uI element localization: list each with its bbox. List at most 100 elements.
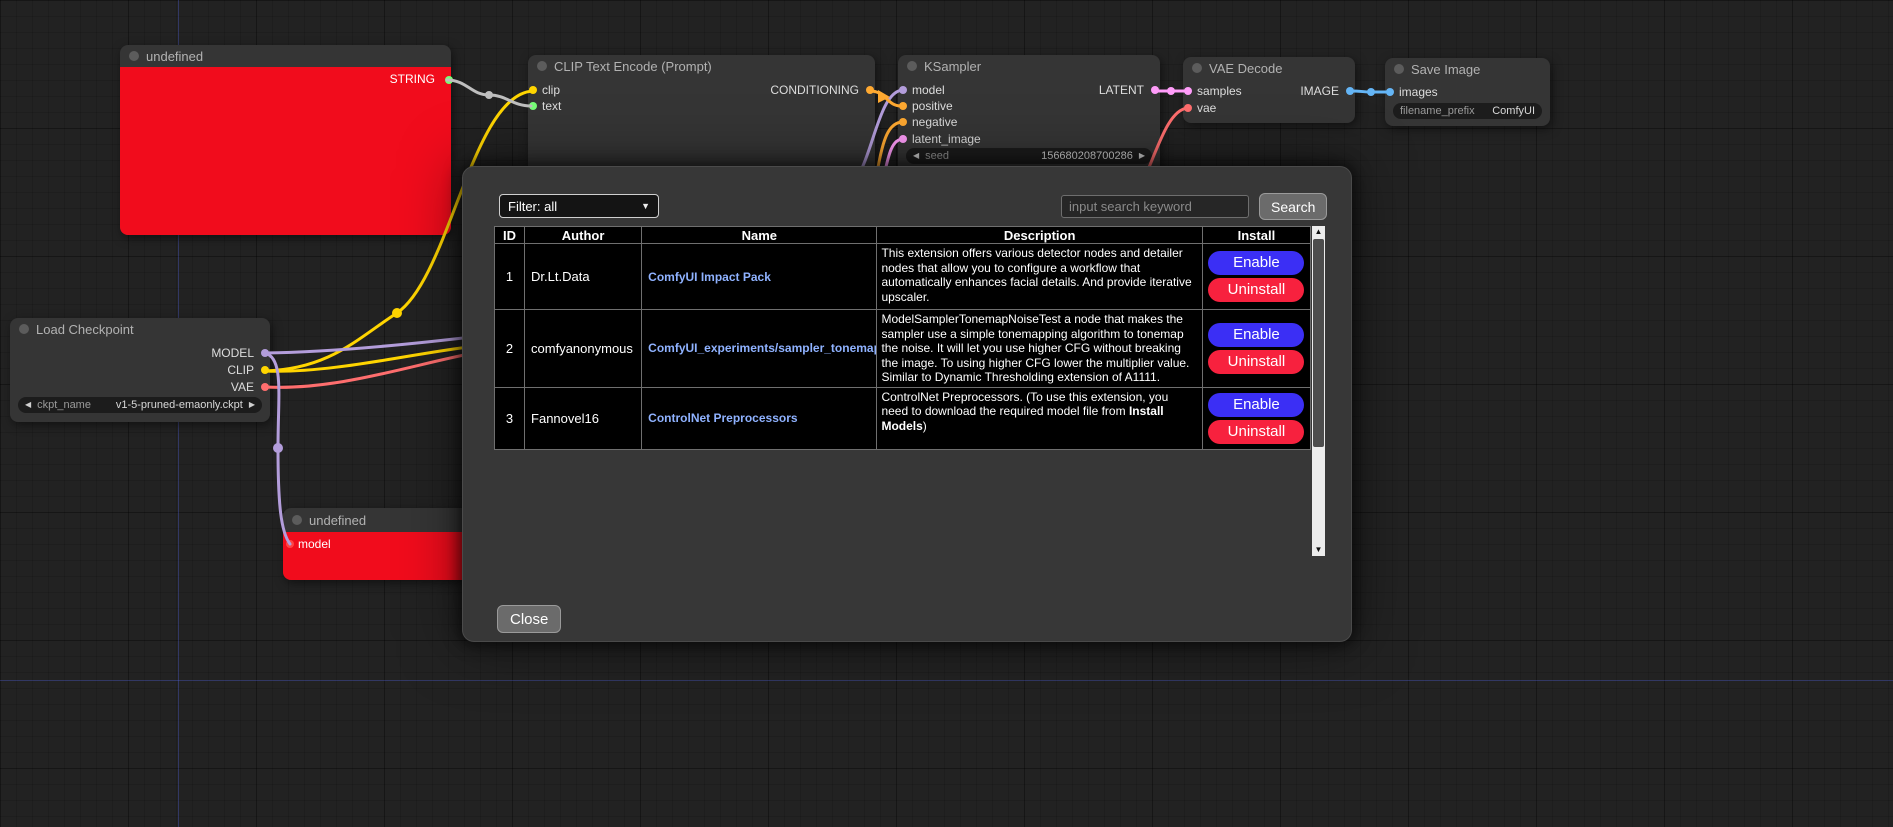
output-label-model: MODEL <box>211 346 254 360</box>
node-title: VAE Decode <box>1209 61 1282 76</box>
enable-button[interactable]: Enable <box>1208 393 1304 417</box>
decrement-icon[interactable]: ◀ <box>25 401 31 409</box>
input-dot-clip[interactable] <box>529 86 537 94</box>
input-label-model: model <box>298 537 331 551</box>
input-label-latent-image: latent_image <box>912 132 981 146</box>
input-dot-positive[interactable] <box>899 102 907 110</box>
close-button[interactable]: Close <box>497 605 561 633</box>
extension-table: ID Author Name Description Install 1 Dr.… <box>494 226 1311 450</box>
row-description: This extension offers various detector n… <box>877 244 1202 310</box>
input-dot-model[interactable] <box>899 86 907 94</box>
output-dot-model[interactable] <box>261 349 269 357</box>
output-dot-conditioning[interactable] <box>866 86 874 94</box>
node-undefined-bottom[interactable]: undefined model <box>283 508 473 580</box>
row-description: ModelSamplerTonemapNoiseTest a node that… <box>877 310 1202 388</box>
node-title: KSampler <box>924 59 981 74</box>
node-header[interactable]: undefined <box>283 508 473 532</box>
enable-button[interactable]: Enable <box>1208 251 1304 275</box>
table-row: 1 Dr.Lt.Data ComfyUI Impact Pack This ex… <box>495 244 1311 310</box>
filter-dropdown-label: Filter: all <box>508 199 557 214</box>
node-vae-decode[interactable]: VAE Decode samples vae IMAGE <box>1183 57 1355 123</box>
increment-icon[interactable]: ▶ <box>249 401 255 409</box>
node-title: CLIP Text Encode (Prompt) <box>554 59 712 74</box>
collapse-dot-icon[interactable] <box>292 515 302 525</box>
filename-prefix-widget[interactable]: filename_prefix ComfyUI <box>1393 103 1542 119</box>
scrollbar-thumb[interactable] <box>1313 239 1324 447</box>
node-title: undefined <box>309 513 366 528</box>
node-save-image[interactable]: Save Image images filename_prefix ComfyU… <box>1385 58 1550 126</box>
input-dot-samples[interactable] <box>1184 87 1192 95</box>
uninstall-button[interactable]: Uninstall <box>1208 420 1304 444</box>
decrement-icon[interactable]: ◀ <box>913 152 919 160</box>
seed-widget[interactable]: ◀ seed 156680208700286 ▶ <box>906 148 1152 164</box>
row-id: 2 <box>495 310 525 388</box>
seed-widget-label: seed <box>925 150 949 162</box>
grid-axis-horizontal <box>0 680 1893 681</box>
node-load-checkpoint[interactable]: Load Checkpoint MODEL CLIP VAE ◀ ckpt_na… <box>10 318 270 422</box>
node-header[interactable]: Save Image <box>1385 58 1550 80</box>
filename-prefix-value: ComfyUI <box>1492 105 1535 117</box>
row-install: Enable Uninstall <box>1202 387 1310 449</box>
node-header[interactable]: undefined <box>120 45 451 67</box>
output-label-conditioning: CONDITIONING <box>770 83 859 97</box>
uninstall-button[interactable]: Uninstall <box>1208 278 1304 302</box>
chevron-down-icon: ▼ <box>641 201 650 211</box>
node-header[interactable]: KSampler <box>898 55 1160 77</box>
node-header[interactable]: CLIP Text Encode (Prompt) <box>528 55 875 77</box>
node-title: Load Checkpoint <box>36 322 134 337</box>
input-label-vae: vae <box>1197 101 1216 115</box>
enable-button[interactable]: Enable <box>1208 323 1304 347</box>
input-dot-model[interactable] <box>286 540 294 548</box>
link-string-to-text <box>447 80 531 106</box>
output-label-string: STRING <box>390 72 435 86</box>
row-id: 1 <box>495 244 525 310</box>
ckpt-name-value: v1-5-pruned-emaonly.ckpt <box>116 399 243 411</box>
scroll-up-icon[interactable]: ▲ <box>1312 226 1325 238</box>
collapse-dot-icon[interactable] <box>19 324 29 334</box>
input-label-images: images <box>1399 85 1438 99</box>
collapse-dot-icon[interactable] <box>537 61 547 71</box>
scroll-down-icon[interactable]: ▼ <box>1312 544 1325 556</box>
filter-dropdown[interactable]: Filter: all ▼ <box>499 194 659 218</box>
node-header[interactable]: VAE Decode <box>1183 57 1355 79</box>
row-author: Dr.Lt.Data <box>525 244 642 310</box>
table-scrollbar[interactable]: ▲ ▼ <box>1312 226 1325 556</box>
ckpt-name-widget[interactable]: ◀ ckpt_name v1-5-pruned-emaonly.ckpt ▶ <box>18 397 262 413</box>
output-label-latent: LATENT <box>1099 83 1144 97</box>
increment-icon[interactable]: ▶ <box>1139 152 1145 160</box>
node-header[interactable]: Load Checkpoint <box>10 318 270 340</box>
output-dot-string[interactable] <box>445 76 453 84</box>
output-dot-latent[interactable] <box>1151 86 1159 94</box>
input-dot-latent-image[interactable] <box>899 135 907 143</box>
extension-link[interactable]: ComfyUI Impact Pack <box>648 270 771 284</box>
extension-link[interactable]: ComfyUI_experiments/sampler_tonemap <box>648 341 877 355</box>
input-label-text: text <box>542 99 561 113</box>
header-author: Author <box>525 227 642 244</box>
header-install: Install <box>1202 227 1310 244</box>
search-input[interactable] <box>1061 195 1249 218</box>
input-dot-text[interactable] <box>529 102 537 110</box>
extension-link[interactable]: ControlNet Preprocessors <box>648 411 797 425</box>
input-dot-vae[interactable] <box>1184 104 1192 112</box>
input-label-negative: negative <box>912 115 957 129</box>
collapse-dot-icon[interactable] <box>129 51 139 61</box>
link-dot <box>392 308 402 318</box>
output-dot-clip[interactable] <box>261 366 269 374</box>
link-dot <box>1367 88 1375 96</box>
input-label-model: model <box>912 83 945 97</box>
input-dot-images[interactable] <box>1386 88 1394 96</box>
uninstall-button[interactable]: Uninstall <box>1208 350 1304 374</box>
row-id: 3 <box>495 387 525 449</box>
collapse-dot-icon[interactable] <box>1192 63 1202 73</box>
node-undefined-top[interactable]: undefined STRING <box>120 45 451 235</box>
input-label-clip: clip <box>542 83 560 97</box>
collapse-dot-icon[interactable] <box>1394 64 1404 74</box>
output-dot-image[interactable] <box>1346 87 1354 95</box>
output-dot-vae[interactable] <box>261 383 269 391</box>
collapse-dot-icon[interactable] <box>907 61 917 71</box>
comfyui-canvas[interactable]: undefined STRING CLIP Text Encode (Promp… <box>0 0 1893 827</box>
output-label-vae: VAE <box>231 380 254 394</box>
input-dot-negative[interactable] <box>899 118 907 126</box>
search-button[interactable]: Search <box>1259 193 1327 220</box>
ckpt-name-label: ckpt_name <box>37 399 91 411</box>
